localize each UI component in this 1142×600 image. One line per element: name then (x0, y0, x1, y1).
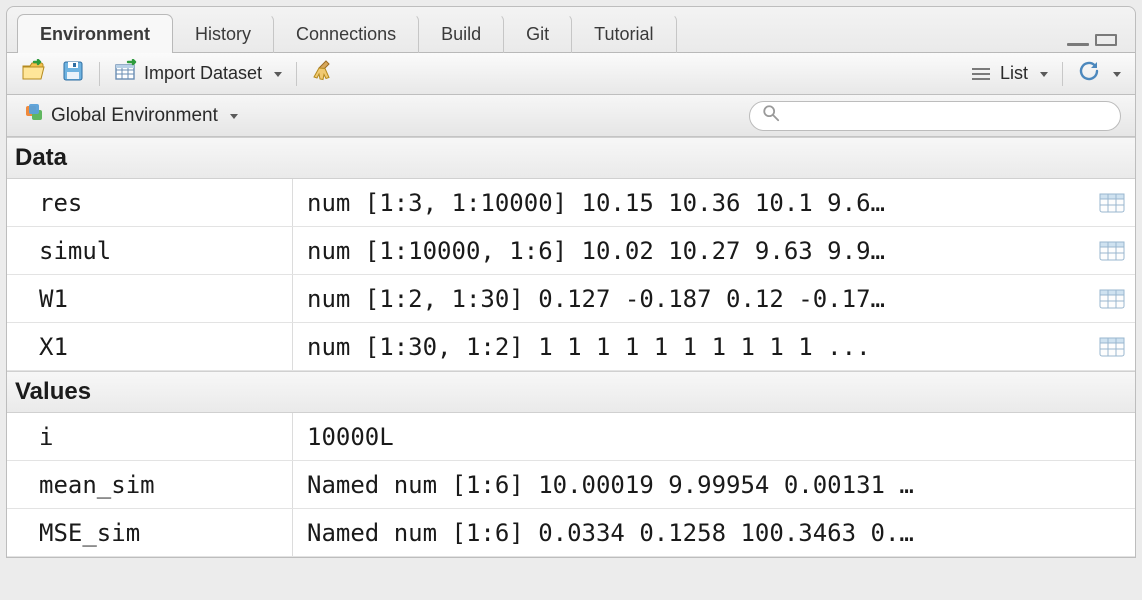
tab-label: Tutorial (594, 24, 653, 44)
environment-scope-label: Global Environment (51, 105, 218, 127)
list-lines-icon (972, 68, 990, 80)
environment-row[interactable]: MSE_sim Named num [1:6] 0.0334 0.1258 10… (7, 509, 1135, 557)
tab-label: Environment (40, 24, 150, 44)
environment-scope-bar: Global Environment (7, 95, 1135, 137)
object-value: num [1:30, 1:2] 1 1 1 1 1 1 1 1 1 1 ... (293, 323, 1089, 370)
object-value: num [1:3, 1:10000] 10.15 10.36 10.1 9.6… (293, 179, 1089, 226)
section-header-data: Data (7, 137, 1135, 179)
tab-strip: Environment History Connections Build Gi… (7, 7, 1135, 53)
view-data-button[interactable] (1089, 179, 1135, 226)
chevron-down-icon (1040, 72, 1048, 77)
toolbar-separator (296, 62, 297, 86)
view-mode-label: List (1000, 63, 1028, 84)
environment-row[interactable]: W1 num [1:2, 1:30] 0.127 -0.187 0.12 -0.… (7, 275, 1135, 323)
object-value: 10000L (293, 413, 1089, 460)
object-name: MSE_sim (7, 509, 293, 556)
view-mode-dropdown[interactable]: List (968, 61, 1052, 86)
refresh-button[interactable] (1073, 57, 1125, 90)
environment-row[interactable]: i 10000L (7, 413, 1135, 461)
section-title: Values (15, 378, 91, 405)
folder-open-icon (21, 59, 45, 88)
tab-tutorial[interactable]: Tutorial (571, 14, 676, 53)
tab-environment[interactable]: Environment (17, 14, 173, 53)
environment-scope-dropdown[interactable]: Global Environment (21, 101, 242, 131)
section-header-values: Values (7, 371, 1135, 413)
object-name: W1 (7, 275, 293, 322)
environment-listing: Data res num [1:3, 1:10000] 10.15 10.36 … (7, 137, 1135, 557)
environment-row[interactable]: simul num [1:10000, 1:6] 10.02 10.27 9.6… (7, 227, 1135, 275)
object-name: res (7, 179, 293, 226)
object-name: i (7, 413, 293, 460)
import-dataset-button[interactable]: Import Dataset (110, 57, 286, 90)
broom-icon (311, 59, 335, 88)
view-data-button[interactable] (1089, 275, 1135, 322)
tab-label: Build (441, 24, 481, 44)
object-name: simul (7, 227, 293, 274)
search-field[interactable] (749, 101, 1121, 131)
data-grid-icon (1099, 241, 1125, 261)
data-grid-icon (1099, 337, 1125, 357)
tab-label: Git (526, 24, 549, 44)
environment-row[interactable]: X1 num [1:30, 1:2] 1 1 1 1 1 1 1 1 1 1 .… (7, 323, 1135, 371)
search-icon (762, 104, 780, 128)
object-value: num [1:10000, 1:6] 10.02 10.27 9.63 9.9… (293, 227, 1089, 274)
data-grid-icon (1099, 193, 1125, 213)
object-value: Named num [1:6] 10.00019 9.99954 0.00131… (293, 461, 1089, 508)
tab-build[interactable]: Build (418, 14, 504, 53)
section-title: Data (15, 144, 67, 171)
tab-history[interactable]: History (172, 14, 274, 53)
chevron-down-icon (274, 72, 282, 77)
tab-connections[interactable]: Connections (273, 14, 419, 53)
import-dataset-label: Import Dataset (144, 63, 262, 84)
import-table-icon (114, 59, 138, 88)
toolbar-separator (99, 62, 100, 86)
chevron-down-icon (1113, 72, 1121, 77)
refresh-icon (1077, 59, 1101, 88)
object-value: Named num [1:6] 0.0334 0.1258 100.3463 0… (293, 509, 1089, 556)
search-input[interactable] (780, 106, 1108, 126)
tab-label: Connections (296, 24, 396, 44)
save-workspace-button[interactable] (57, 57, 89, 90)
clear-environment-button[interactable] (307, 57, 339, 90)
tab-git[interactable]: Git (503, 14, 572, 53)
view-data-button[interactable] (1089, 323, 1135, 370)
data-grid-icon (1099, 289, 1125, 309)
environment-row[interactable]: mean_sim Named num [1:6] 10.00019 9.9995… (7, 461, 1135, 509)
minimize-icon[interactable] (1067, 43, 1089, 46)
maximize-icon[interactable] (1095, 34, 1117, 46)
environment-icon (25, 103, 45, 129)
environment-toolbar: Import Dataset List (7, 53, 1135, 95)
chevron-down-icon (230, 114, 238, 119)
toolbar-separator (1062, 62, 1063, 86)
tab-label: History (195, 24, 251, 44)
load-workspace-button[interactable] (17, 57, 49, 90)
object-name: mean_sim (7, 461, 293, 508)
view-data-button[interactable] (1089, 227, 1135, 274)
environment-row[interactable]: res num [1:3, 1:10000] 10.15 10.36 10.1 … (7, 179, 1135, 227)
object-value: num [1:2, 1:30] 0.127 -0.187 0.12 -0.17… (293, 275, 1089, 322)
object-name: X1 (7, 323, 293, 370)
save-icon (61, 59, 85, 88)
environment-pane: Environment History Connections Build Gi… (6, 6, 1136, 558)
